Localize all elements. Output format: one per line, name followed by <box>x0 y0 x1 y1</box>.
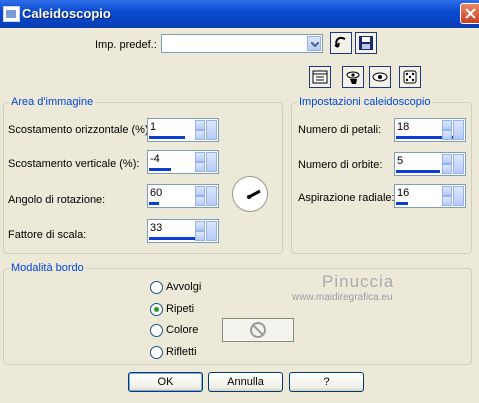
dial-needle-icon <box>247 189 261 199</box>
radial-suction-input[interactable]: 16 <box>394 184 466 208</box>
v-offset-value: -4 <box>150 153 160 165</box>
petals-dropdown[interactable] <box>453 120 464 140</box>
eye-icon <box>372 72 388 82</box>
watermark-name: Pinuccia <box>322 272 395 291</box>
kaleido-settings-legend: Impostazioni caleidoscopio <box>297 96 433 108</box>
app-icon <box>3 6 20 22</box>
randomize-button[interactable] <box>399 66 421 88</box>
v-offset-input[interactable]: -4 <box>147 150 219 174</box>
petals-spinner[interactable] <box>442 120 452 140</box>
h-offset-value: 1 <box>150 121 157 133</box>
scale-label: Fattore di scala: <box>8 229 87 241</box>
preset-label: Imp. predef.: <box>95 39 157 51</box>
orbits-bar <box>396 170 440 173</box>
h-offset-label: Scostamento orizzontale (%): <box>8 124 152 136</box>
h-offset-input[interactable]: 1 <box>147 118 219 142</box>
v-offset-dropdown[interactable] <box>206 152 217 172</box>
radio-rifletti-label[interactable]: Rifletti <box>166 346 197 358</box>
scale-bar <box>149 237 197 240</box>
no-symbol-icon <box>250 322 266 338</box>
h-offset-spinner[interactable] <box>195 120 205 140</box>
close-button[interactable] <box>460 3 479 24</box>
radial-suction-label: Aspirazione radiale: <box>298 192 395 204</box>
rotation-input[interactable]: 60 <box>147 184 219 208</box>
eye-hand-icon <box>346 71 360 84</box>
title-bar: Caleidoscopio <box>0 0 479 28</box>
scale-input[interactable]: 33 <box>147 219 219 243</box>
petals-label: Numero di petali: <box>298 124 382 136</box>
radio-ripeti[interactable] <box>150 303 163 316</box>
radio-avvolgi[interactable] <box>150 281 163 294</box>
preview-on-image-button[interactable] <box>342 66 364 88</box>
dice-icon <box>403 70 417 84</box>
h-offset-dropdown[interactable] <box>206 120 217 140</box>
chevron-down-icon[interactable] <box>307 36 321 51</box>
radio-colore[interactable] <box>150 324 163 337</box>
reset-preset-button[interactable] <box>330 32 352 54</box>
orbits-label: Numero di orbite: <box>298 159 383 171</box>
v-offset-label: Scostamento verticale (%): <box>8 158 140 170</box>
v-offset-spinner[interactable] <box>195 152 205 172</box>
orbits-value: 5 <box>397 155 404 167</box>
rotation-dial[interactable] <box>232 176 268 212</box>
rotation-spinner[interactable] <box>195 186 205 206</box>
h-offset-bar <box>149 136 185 139</box>
border-mode-group <box>3 268 472 365</box>
rotation-bar <box>149 202 159 205</box>
help-button[interactable]: ? <box>289 372 364 392</box>
radial-suction-value: 16 <box>397 187 410 199</box>
rotation-label: Angolo di rotazione: <box>8 194 106 206</box>
color-swatch[interactable] <box>222 318 294 342</box>
petals-input[interactable]: 18 <box>394 118 466 142</box>
orbits-input[interactable]: 5 <box>394 152 466 176</box>
image-area-legend: Area d'immagine <box>9 96 96 108</box>
undo-arrow-icon <box>334 37 346 48</box>
border-mode-legend: Modalità bordo <box>9 262 86 274</box>
ok-button[interactable]: OK <box>128 372 203 392</box>
petals-value: 18 <box>397 121 410 133</box>
floppy-disk-icon <box>359 36 373 50</box>
radio-avvolgi-label[interactable]: Avvolgi <box>166 281 201 293</box>
auto-proof-button[interactable] <box>369 66 391 88</box>
radio-rifletti[interactable] <box>150 346 163 359</box>
cancel-button[interactable]: Annulla <box>208 372 283 392</box>
scale-value: 33 <box>150 222 163 234</box>
radio-ripeti-label[interactable]: Ripeti <box>166 303 194 315</box>
scale-spinner[interactable] <box>195 221 205 241</box>
orbits-dropdown[interactable] <box>453 154 464 174</box>
scale-dropdown[interactable] <box>206 221 217 241</box>
rotation-dropdown[interactable] <box>206 186 217 206</box>
window-preview-icon <box>312 70 328 84</box>
save-preset-button[interactable] <box>355 32 377 54</box>
preset-dropdown[interactable] <box>161 34 323 53</box>
orbits-spinner[interactable] <box>442 154 452 174</box>
radio-colore-label[interactable]: Colore <box>166 324 198 336</box>
v-offset-bar <box>149 168 171 171</box>
close-icon <box>465 8 476 19</box>
watermark-url: www.maidiregrafica.eu <box>292 292 393 303</box>
radial-suction-dropdown[interactable] <box>453 186 464 206</box>
window-title: Caleidoscopio <box>22 6 111 21</box>
radial-suction-spinner[interactable] <box>442 186 452 206</box>
rotation-value: 60 <box>150 187 163 199</box>
radial-suction-bar <box>396 202 408 205</box>
proof-toggle-button[interactable] <box>309 66 331 88</box>
